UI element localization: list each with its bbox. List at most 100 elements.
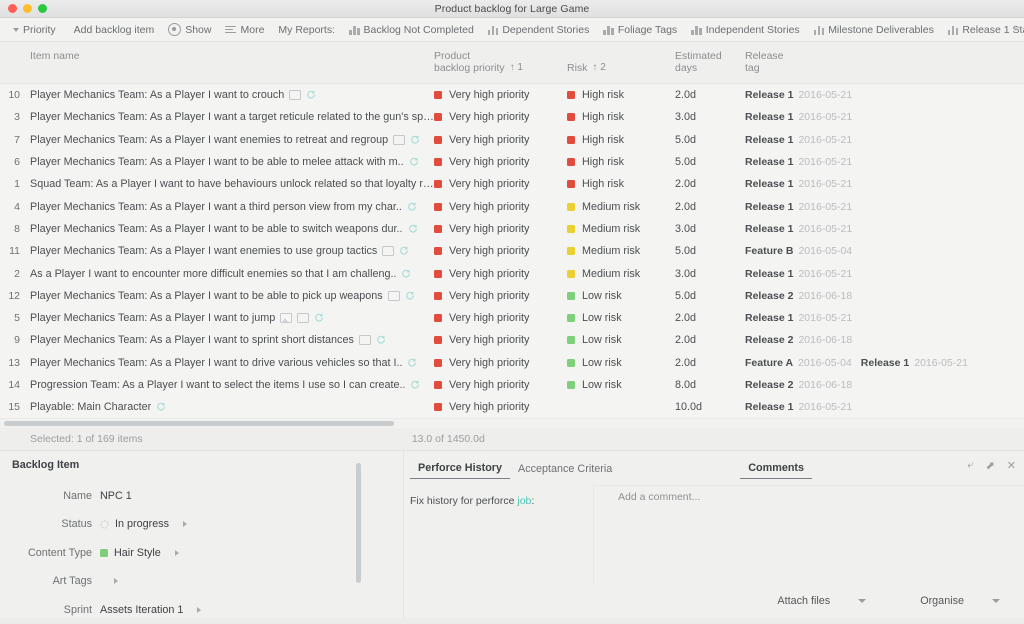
row-item-name-text: Player Mechanics Team: As a Player I wan…	[30, 200, 402, 213]
organise-button[interactable]: Organise	[910, 595, 1010, 607]
column-header-risk[interactable]: Risk ↑ 2	[567, 48, 675, 74]
detail-field-value[interactable]: In progress	[100, 518, 188, 531]
column-header-estimated-days[interactable]: Estimated days	[675, 48, 745, 74]
table-row[interactable]: 2 As a Player I want to encounter more di…	[0, 262, 1024, 284]
row-item-name[interactable]: Player Mechanics Team: As a Player I wan…	[24, 245, 434, 257]
note-icon[interactable]	[382, 246, 395, 257]
toolbar-report-foliage-tags[interactable]: Foliage Tags	[596, 22, 684, 38]
priority-swatch	[434, 91, 442, 100]
table-row[interactable]: 4 Player Mechanics Team: As a Player I wa…	[0, 195, 1024, 217]
toolbar-report-dependent-stories[interactable]: Dependent Stories	[481, 22, 596, 38]
add-comment-input[interactable]: Add a comment...	[594, 491, 1024, 503]
row-item-name[interactable]: Player Mechanics Team: As a Player I wan…	[24, 201, 434, 213]
table-row[interactable]: 14 Progression Team: As a Player I want t…	[0, 374, 1024, 396]
toolbar-item-show[interactable]: Show	[161, 21, 218, 38]
detail-field-value[interactable]: NPC 1	[100, 490, 132, 502]
column-header-product-backlog-priority[interactable]: Product backlog priority ↑ 1	[434, 48, 567, 74]
toolbar-overflow-button[interactable]: »	[1014, 23, 1020, 34]
release-tag: Feature A	[745, 356, 794, 369]
row-item-name[interactable]: Playable: Main Character	[24, 401, 434, 413]
table-row[interactable]: 7 Player Mechanics Team: As a Player I wa…	[0, 129, 1024, 151]
row-item-name[interactable]: Progression Team: As a Player I want to …	[24, 379, 434, 391]
row-item-name[interactable]: Player Mechanics Team: As a Player I wan…	[24, 111, 434, 123]
note-icon[interactable]	[297, 313, 310, 324]
progress-icon	[100, 519, 109, 529]
table-row[interactable]: 11 Player Mechanics Team: As a Player I w…	[0, 240, 1024, 262]
detail-field-value[interactable]: Assets Iteration 1	[100, 604, 202, 616]
image-icon[interactable]	[280, 313, 293, 324]
row-item-name[interactable]: Squad Team: As a Player I want to have b…	[24, 178, 434, 190]
row-release-tags: Release 1 2016-05-21	[745, 134, 1015, 146]
note-icon[interactable]	[289, 90, 302, 101]
toolbar-report-release-1-status[interactable]: Release 1 Status	[941, 22, 1024, 38]
chevron-right-icon[interactable]	[197, 606, 202, 613]
release-tag: Feature B	[745, 245, 794, 258]
row-item-name[interactable]: As a Player I want to encounter more dif…	[24, 268, 434, 280]
table-row[interactable]: 6 Player Mechanics Team: As a Player I wa…	[0, 151, 1024, 173]
detail-field-value[interactable]: Hair Style	[100, 547, 179, 559]
sort-indicator: ↑ 2	[592, 62, 606, 73]
priority-label: Very high priority	[449, 200, 530, 213]
row-item-name-text: Player Mechanics Team: As a Player I wan…	[30, 289, 383, 302]
column-header-release-tag[interactable]: Release tag	[745, 48, 1015, 74]
row-item-name-text: Player Mechanics Team: As a Player I wan…	[30, 156, 404, 169]
column-header-item-name[interactable]: Item name	[24, 48, 434, 62]
history-job-link[interactable]: job	[517, 495, 531, 507]
detail-field-value[interactable]	[100, 578, 118, 585]
risk-label: Low risk	[582, 334, 622, 347]
release-tag: Release 1	[745, 312, 794, 325]
chart-icon	[603, 25, 614, 35]
table-row[interactable]: 13 Player Mechanics Team: As a Player I w…	[0, 352, 1024, 374]
row-item-name[interactable]: Player Mechanics Team: As a Player I wan…	[24, 134, 434, 146]
table-row[interactable]: 15 Playable: Main Character Very high prio…	[0, 396, 1024, 418]
note-icon[interactable]	[387, 290, 400, 301]
pop-out-icon[interactable]: ⬈	[986, 459, 995, 472]
details-vertical-scrollbar[interactable]	[356, 463, 361, 584]
tab-perforce-history[interactable]: Perforce History	[410, 462, 511, 479]
attach-files-button[interactable]: Attach files	[767, 595, 876, 607]
backlog-item-details: Backlog Item Name NPC 1 Status In progress C…	[0, 451, 404, 618]
note-icon[interactable]	[393, 134, 406, 145]
row-item-name[interactable]: Player Mechanics Team: As a Player I wan…	[24, 223, 434, 235]
table-row[interactable]: 3 Player Mechanics Team: As a Player I wa…	[0, 106, 1024, 128]
note-icon[interactable]	[358, 335, 371, 346]
tab-acceptance-criteria[interactable]: Acceptance Criteria	[510, 463, 620, 479]
table-row[interactable]: 9 Player Mechanics Team: As a Player I wa…	[0, 329, 1024, 351]
row-item-name[interactable]: Player Mechanics Team: As a Player I wan…	[24, 357, 434, 369]
row-estimated-days: 5.0d	[675, 156, 697, 169]
toolbar-item-more[interactable]: More	[218, 22, 271, 38]
toolbar-report-milestone-deliverables[interactable]: Milestone Deliverables	[807, 22, 941, 38]
release-tag: Release 2	[745, 334, 794, 347]
row-item-name[interactable]: Player Mechanics Team: As a Player I wan…	[24, 334, 434, 346]
horizontal-scrollbar[interactable]	[0, 418, 1024, 429]
table-row[interactable]: 10 Player Mechanics Team: As a Player I w…	[0, 84, 1024, 106]
row-priority: Very high priority	[434, 111, 567, 123]
row-item-name[interactable]: Player Mechanics Team: As a Player I wan…	[24, 312, 434, 324]
table-row[interactable]: 8 Player Mechanics Team: As a Player I wa…	[0, 218, 1024, 240]
table-row[interactable]: 12 Player Mechanics Team: As a Player I w…	[0, 285, 1024, 307]
detail-field-value-text: In progress	[115, 518, 170, 531]
table-row[interactable]: 5 Player Mechanics Team: As a Player I wa…	[0, 307, 1024, 329]
chevron-right-icon[interactable]	[114, 578, 118, 585]
scrollbar-thumb[interactable]	[4, 421, 394, 427]
row-item-name[interactable]: Player Mechanics Team: As a Player I wan…	[24, 89, 434, 101]
toolbar-item-priority[interactable]: Priority	[6, 22, 63, 38]
release-date: 2016-06-18	[798, 379, 853, 391]
toolbar-item-add-backlog-item[interactable]: Add backlog item	[67, 22, 162, 38]
pop-in-icon[interactable]: ⤶	[967, 459, 973, 472]
table-row[interactable]: 1 Squad Team: As a Player I want to have …	[0, 173, 1024, 195]
chevron-right-icon[interactable]	[183, 521, 188, 528]
row-item-name[interactable]: Player Mechanics Team: As a Player I wan…	[24, 156, 434, 168]
row-item-name-text: Player Mechanics Team: As a Player I wan…	[30, 111, 434, 124]
toolbar-report-independent-stories[interactable]: Independent Stories	[684, 22, 807, 38]
priority-swatch	[434, 180, 442, 189]
column-header-index	[0, 48, 24, 50]
row-priority: Very high priority	[434, 156, 567, 168]
close-icon[interactable]: ✕	[1007, 459, 1016, 472]
priority-swatch	[434, 135, 442, 144]
toolbar-report-backlog-not-completed[interactable]: Backlog Not Completed	[342, 22, 481, 38]
tab-comments[interactable]: Comments	[740, 462, 813, 479]
toolbar-label: Backlog Not Completed	[363, 23, 474, 36]
row-item-name[interactable]: Player Mechanics Team: As a Player I wan…	[24, 290, 434, 302]
chevron-right-icon[interactable]	[174, 549, 179, 556]
